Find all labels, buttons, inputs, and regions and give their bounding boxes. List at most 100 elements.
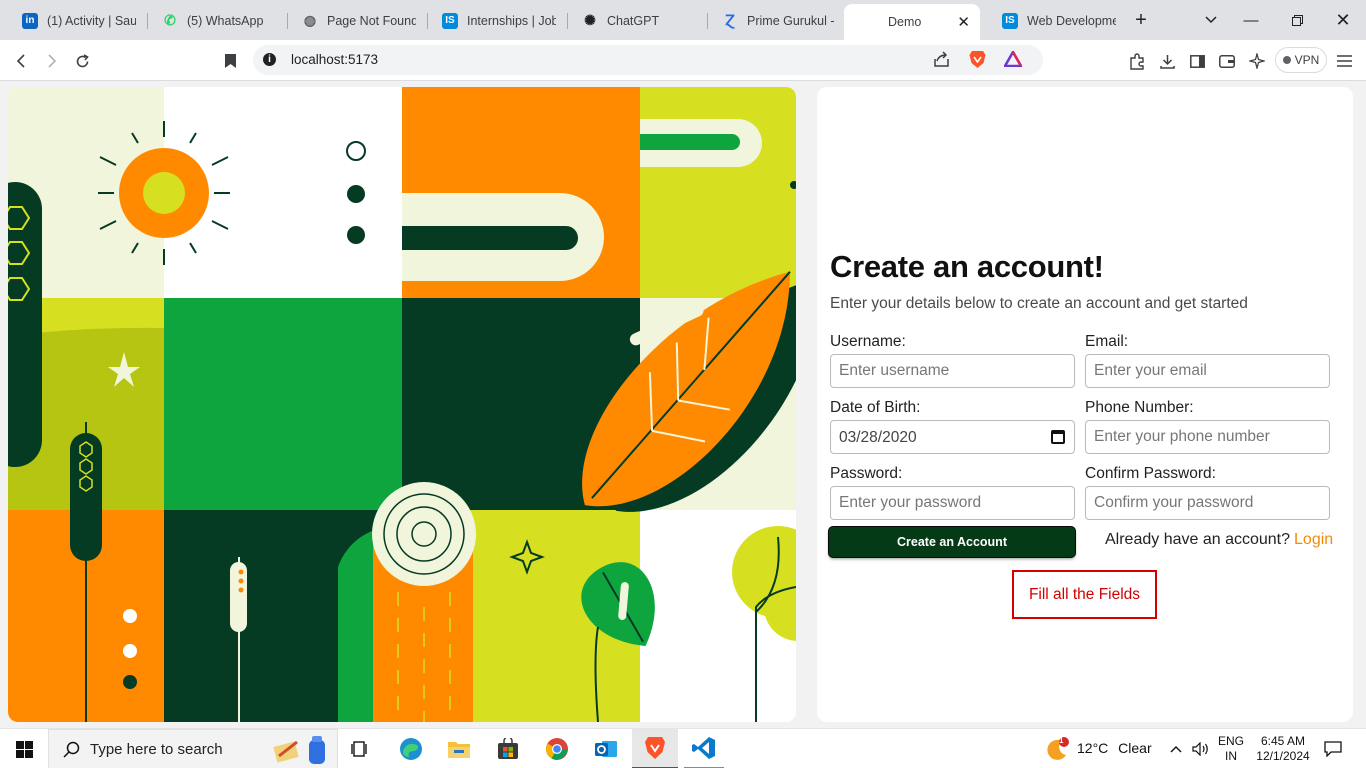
password-input[interactable] (830, 486, 1075, 520)
windows-logo-icon (15, 740, 33, 758)
language-indicator[interactable]: ENG IN (1216, 734, 1246, 764)
puzzle-icon (1129, 52, 1144, 70)
region-code: IN (1225, 749, 1237, 763)
taskbar-search[interactable]: Type here to search (48, 729, 338, 768)
tab-search-button[interactable] (1198, 7, 1224, 33)
phone-input[interactable] (1085, 420, 1330, 454)
tray-overflow-button[interactable] (1166, 729, 1186, 768)
folder-icon (448, 742, 470, 758)
start-button[interactable] (0, 729, 48, 768)
task-view-button[interactable] (343, 729, 377, 768)
internshala-icon: IS (442, 12, 458, 29)
browser-tab[interactable]: in (1) Activity | Saurabh (8, 5, 146, 36)
forward-button[interactable] (38, 48, 64, 74)
login-prompt: Already have an account? Login (1105, 531, 1333, 549)
share-icon[interactable] (933, 51, 950, 73)
password-label: Password: (830, 465, 903, 482)
sidebar-button[interactable] (1184, 48, 1210, 74)
calendar-icon[interactable] (1051, 430, 1065, 444)
back-button[interactable] (9, 48, 35, 74)
clock-date: 12/1/2024 (1256, 749, 1310, 763)
taskbar-chrome[interactable] (538, 729, 576, 768)
page-content: Create an account! Enter your details be… (0, 81, 1366, 728)
dob-input[interactable]: 03/28/2020 (830, 420, 1075, 454)
search-icon (63, 741, 80, 758)
browser-tab[interactable]: Demo ✕ (844, 4, 980, 40)
email-label: Email: (1085, 333, 1129, 350)
moon-icon (1047, 737, 1069, 760)
chevron-up-icon (1170, 746, 1182, 753)
search-highlight-icon (273, 736, 325, 764)
browser-tab[interactable]: ✆ (5) WhatsApp (148, 5, 286, 36)
windows-taskbar: Type here to search 1 12°C Clear ENG IN … (0, 728, 1366, 768)
browser-tab[interactable]: IS Web Developme (988, 5, 1126, 36)
tab-title: (5) WhatsApp (187, 13, 264, 28)
brave-rewards-icon[interactable] (1002, 49, 1024, 72)
vpn-label: VPN (1294, 53, 1320, 67)
menu-button[interactable] (1331, 48, 1357, 74)
notification-icon (1324, 741, 1342, 757)
restore-button[interactable] (1274, 0, 1320, 40)
address-url[interactable]: localhost:5173 (291, 52, 378, 67)
browser-tab[interactable]: Ɀ Prime Gurukul - L (708, 5, 846, 36)
tab-title: Page Not Found (327, 13, 416, 28)
weather-text[interactable]: 12°C Clear (1077, 741, 1152, 756)
browser-tab[interactable]: IS Internships | Jobs (428, 5, 566, 36)
clock[interactable]: 6:45 AM 12/1/2024 (1250, 734, 1316, 764)
browser-tab-strip: in (1) Activity | Saurabh ✆ (5) WhatsApp ◍ Pa… (0, 0, 1366, 40)
chrome-icon (546, 738, 568, 760)
browser-tab[interactable]: ◍ Page Not Found (288, 5, 426, 36)
address-bar[interactable]: i localhost:5173 (253, 45, 1043, 75)
taskbar-store[interactable] (489, 729, 527, 768)
taskbar-vscode[interactable] (684, 729, 724, 768)
globe-icon: ◍ (303, 12, 317, 28)
chevron-down-icon (1205, 16, 1217, 24)
notifications-button[interactable] (1320, 729, 1346, 768)
sparkle-icon (1249, 53, 1265, 69)
back-arrow-icon (16, 54, 25, 68)
task-view-icon (351, 741, 367, 757)
volume-button[interactable] (1190, 729, 1212, 768)
close-window-button[interactable]: ✕ (1320, 0, 1366, 40)
taskbar-brave[interactable] (632, 729, 678, 768)
vpn-status-dot (1282, 56, 1291, 64)
dob-value: 03/28/2020 (839, 429, 917, 446)
wallet-button[interactable] (1214, 48, 1240, 74)
taskbar-file-explorer[interactable] (440, 729, 478, 768)
leo-ai-button[interactable] (1244, 48, 1270, 74)
weather-desc: Clear (1118, 740, 1152, 756)
prime-gurukul-icon: Ɀ (725, 12, 735, 28)
new-tab-button[interactable]: + (1128, 7, 1154, 33)
taskbar-edge[interactable] (392, 729, 430, 768)
linkedin-icon: in (22, 12, 38, 29)
browser-toolbar: i localhost:5173 VPN (0, 40, 1366, 81)
email-input[interactable] (1085, 354, 1330, 388)
taskbar-outlook[interactable] (587, 729, 625, 768)
confirm-password-label: Confirm Password: (1085, 465, 1216, 482)
extensions-button[interactable] (1124, 48, 1150, 74)
confirm-password-input[interactable] (1085, 486, 1330, 520)
minimize-button[interactable]: — (1228, 0, 1274, 40)
tab-title: Web Developme (1027, 13, 1116, 28)
nature-illustration (8, 87, 796, 722)
username-input[interactable] (830, 354, 1075, 388)
phone-label: Phone Number: (1085, 399, 1194, 416)
tab-title: (1) Activity | Saurabh (47, 13, 136, 28)
outlook-icon (595, 741, 617, 757)
vpn-button[interactable]: VPN (1275, 47, 1327, 73)
browser-tab[interactable]: ✺ ChatGPT (568, 5, 706, 36)
login-link[interactable]: Login (1294, 531, 1333, 548)
create-account-button[interactable]: Create an Account (829, 527, 1075, 557)
weather-temp: 12°C (1077, 740, 1109, 756)
form-title: Create an account! (830, 249, 1104, 284)
speaker-icon (1192, 742, 1208, 756)
bookmark-icon (224, 54, 236, 68)
reload-button[interactable] (69, 48, 95, 74)
bookmark-button[interactable] (217, 48, 243, 74)
downloads-button[interactable] (1154, 48, 1180, 74)
brave-shields-icon[interactable] (969, 50, 986, 74)
restore-icon (1291, 14, 1303, 26)
weather-widget-icon[interactable]: 1 (1042, 729, 1072, 768)
site-info-icon[interactable]: i (263, 53, 276, 66)
close-tab-icon[interactable]: ✕ (957, 13, 970, 31)
